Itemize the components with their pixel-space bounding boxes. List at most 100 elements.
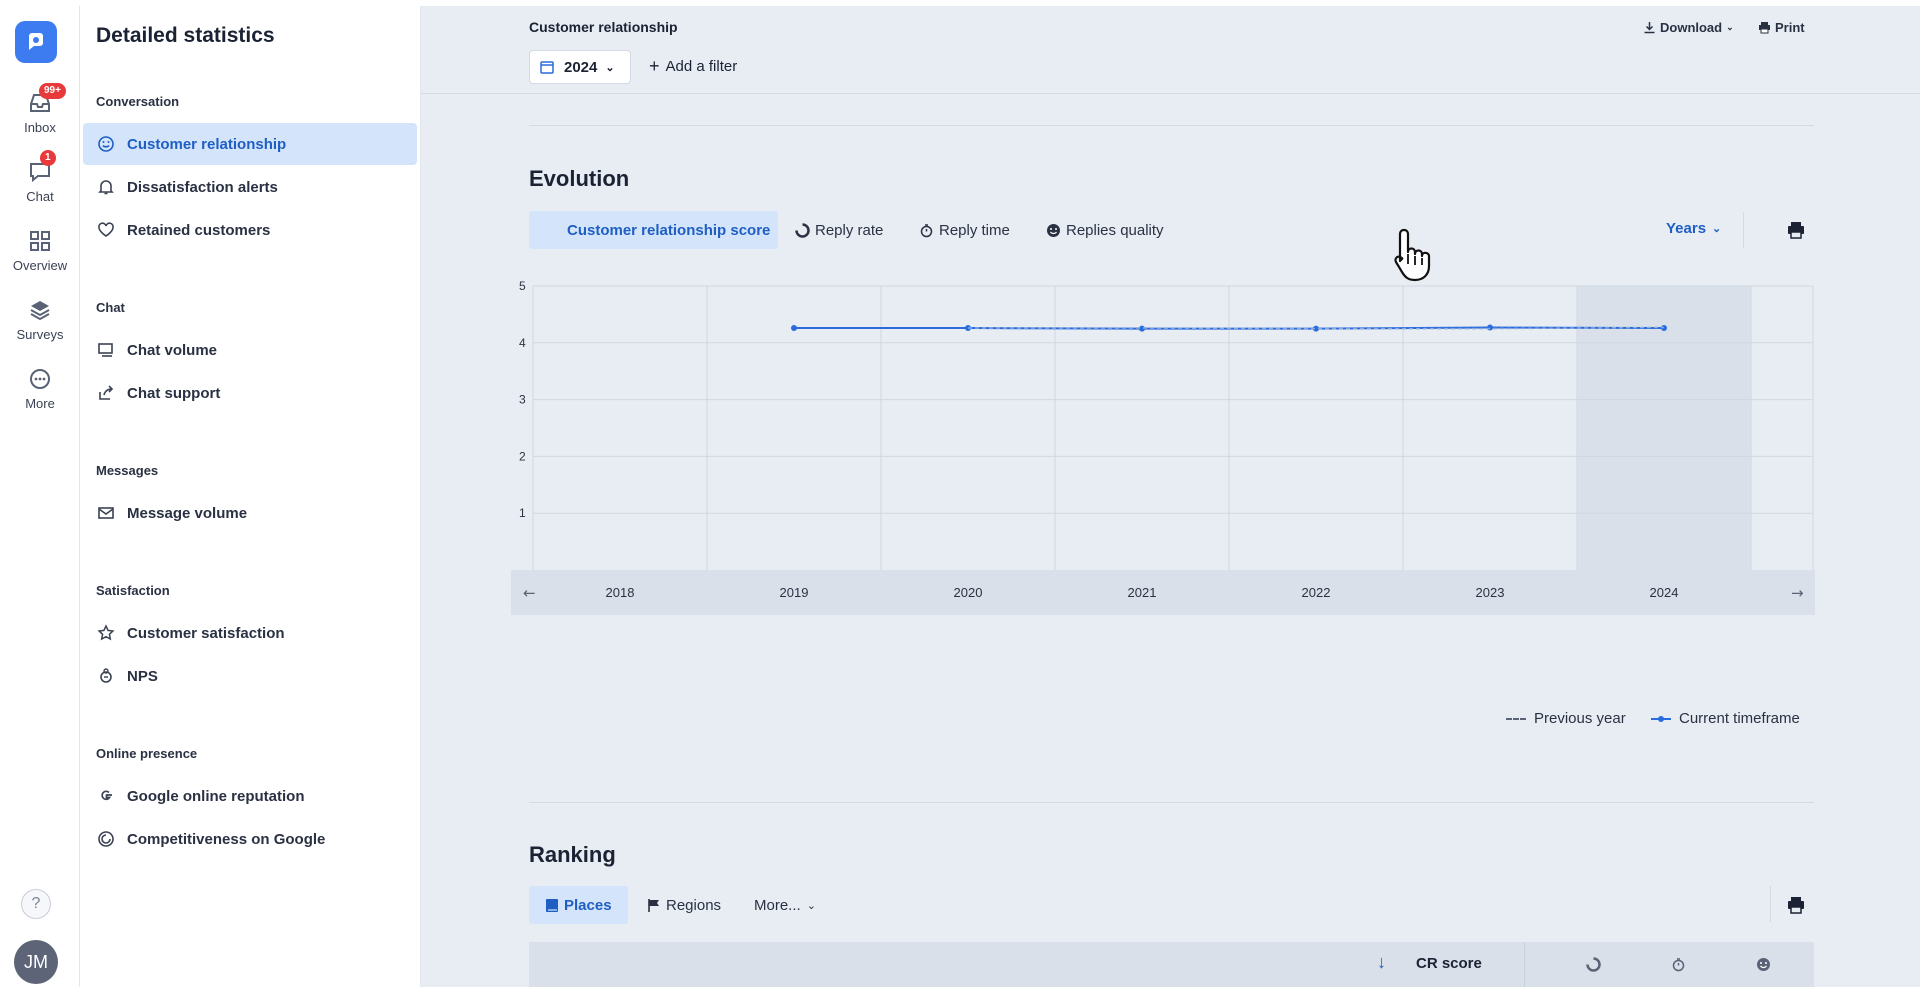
sidebar-item-chat-volume[interactable]: Chat volume — [83, 329, 417, 371]
divider — [529, 802, 1814, 803]
avatar[interactable]: JM — [14, 940, 58, 984]
evolution-title: Evolution — [529, 166, 630, 191]
download-button[interactable]: Download ⌄ — [1643, 20, 1734, 35]
star-icon — [97, 624, 115, 642]
sidebar-item-customer-relationship[interactable]: Customer relationship — [83, 123, 417, 165]
app-logo[interactable] — [15, 21, 57, 63]
sidebar-item-chat-support[interactable]: Chat support — [83, 372, 417, 414]
tab-label: Replies quality — [1066, 221, 1164, 239]
year-value: 2024 — [564, 58, 598, 76]
y-tick-label: 4 — [519, 336, 526, 350]
rail-chat[interactable]: 1 Chat — [0, 150, 80, 204]
smile-icon — [97, 135, 115, 153]
line-dot-icon — [1651, 715, 1671, 722]
rail-surveys[interactable]: Surveys — [0, 297, 80, 342]
tab-more[interactable]: More... ⌄ — [754, 886, 816, 924]
sidebar-item-label: Google online reputation — [127, 787, 305, 805]
sidebar-item-competitiveness-on-google[interactable]: Competitiveness on Google — [83, 818, 417, 860]
layers-icon — [27, 297, 53, 323]
stopwatch-icon — [919, 223, 934, 238]
inbox-icon: 99+ — [27, 83, 66, 116]
sidebar-item-google-online-reputation[interactable]: Google online reputation — [83, 775, 417, 817]
sidebar-item-customer-satisfaction[interactable]: Customer satisfaction — [83, 612, 417, 654]
rail-chat-label: Chat — [26, 189, 54, 204]
dashed-line-icon — [1506, 717, 1526, 720]
legend-current: Current timeframe — [1651, 710, 1800, 727]
rail-overview[interactable]: Overview — [0, 228, 80, 273]
sidebar-item-label: Chat support — [127, 384, 221, 402]
x-tick-label: 2020 — [954, 585, 983, 600]
tab-reply-time[interactable]: Reply time — [919, 211, 1010, 249]
chevron-down-icon: ⌄ — [806, 899, 816, 912]
data-point — [1487, 324, 1493, 331]
tab-places[interactable]: Places — [529, 886, 628, 924]
x-tick-label: 2019 — [780, 585, 809, 600]
sort-down-icon[interactable]: ↓ — [1377, 952, 1386, 973]
left-rail: 99+ Inbox 1 Chat Overview Surveys More ?… — [0, 6, 80, 987]
download-label: Download — [1660, 20, 1723, 35]
section-messages: Messages — [96, 463, 159, 478]
sidebar-item-dissatisfaction-alerts[interactable]: Dissatisfaction alerts — [83, 166, 417, 208]
y-tick-label: 5 — [519, 279, 526, 293]
print-button[interactable]: Print — [1758, 20, 1805, 35]
grid-icon — [27, 228, 53, 254]
chart-print-icon[interactable] — [1786, 220, 1806, 240]
rail-overview-label: Overview — [12, 258, 68, 273]
add-filter-button[interactable]: + Add a filter — [649, 56, 738, 76]
printer-icon — [1759, 22, 1770, 34]
envelope-icon — [97, 504, 115, 522]
tab-label: More... — [754, 896, 801, 914]
sidebar-item-label: Customer satisfaction — [127, 624, 285, 642]
pie-icon[interactable] — [1586, 957, 1601, 972]
tab-regions[interactable]: Regions — [647, 886, 721, 924]
print-label: Print — [1775, 20, 1805, 35]
sidebar-item-label: Dissatisfaction alerts — [127, 178, 278, 196]
chat-icon: 1 — [27, 150, 56, 185]
tab-customer-relationship-score[interactable]: Customer relationship score — [529, 211, 778, 249]
section-chat: Chat — [96, 300, 125, 315]
stopwatch-icon[interactable] — [1671, 957, 1686, 972]
main-content: Customer relationship 2024 ⌄ + Add a fil… — [421, 6, 1920, 987]
ranking-print-icon[interactable] — [1786, 895, 1806, 915]
x-tick-label: 2022 — [1302, 585, 1331, 600]
book-icon — [545, 898, 559, 913]
emoji-icon[interactable] — [1756, 957, 1771, 972]
sidebar-item-message-volume[interactable]: Message volume — [83, 492, 417, 534]
divider — [529, 125, 1814, 126]
divider — [1524, 942, 1525, 987]
sidebar-item-label: Chat volume — [127, 341, 218, 359]
chevron-down-icon: ⌄ — [605, 61, 615, 74]
plus-icon: + — [649, 56, 660, 76]
page-title: Customer relationship — [529, 19, 678, 35]
rail-inbox[interactable]: 99+ Inbox — [0, 83, 80, 135]
tab-label: Customer relationship score — [567, 221, 771, 239]
legend-previous-label: Previous year — [1534, 710, 1626, 727]
help-button[interactable]: ? — [21, 889, 51, 919]
legend-current-label: Current timeframe — [1679, 710, 1800, 727]
ranking-title: Ranking — [529, 842, 616, 867]
sidebar-item-retained-customers[interactable]: Retained customers — [83, 209, 417, 251]
tab-replies-quality[interactable]: Replies quality — [1046, 211, 1164, 249]
tab-reply-rate[interactable]: Reply rate — [795, 211, 883, 249]
section-conversation: Conversation — [96, 94, 180, 109]
y-tick-label: 3 — [519, 393, 526, 407]
stats-sidebar: Detailed statistics Conversation Custome… — [80, 6, 421, 987]
calendar-icon — [540, 61, 554, 74]
sidebar-item-label: Competitiveness on Google — [127, 830, 326, 848]
share-icon — [97, 384, 115, 402]
tab-label: Reply rate — [815, 221, 884, 239]
chevron-down-icon: ⌄ — [1712, 223, 1722, 235]
column-cr-score[interactable]: CR score — [1416, 955, 1482, 972]
logo-icon — [29, 33, 43, 50]
sidebar-item-nps[interactable]: NPS — [83, 655, 417, 697]
google-icon — [97, 787, 115, 805]
rail-inbox-label: Inbox — [24, 120, 56, 135]
year-select[interactable]: 2024 ⌄ — [529, 50, 631, 84]
period-select[interactable]: Years ⌄ — [1666, 220, 1721, 237]
add-filter-label: Add a filter — [665, 58, 738, 75]
ranking-table-header: ↓ CR score — [529, 942, 1814, 987]
sidebar-item-label: Retained customers — [127, 221, 271, 239]
rail-more[interactable]: More — [0, 366, 80, 411]
tab-label: Reply time — [939, 221, 1010, 239]
y-tick-label: 1 — [519, 506, 526, 520]
